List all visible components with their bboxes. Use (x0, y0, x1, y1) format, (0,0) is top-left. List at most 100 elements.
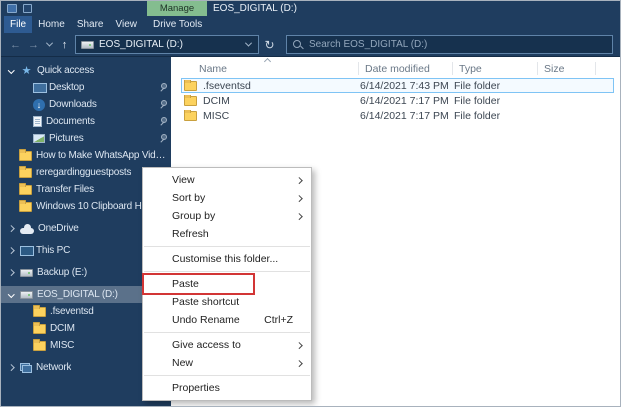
menu-item-label: Refresh (172, 228, 209, 240)
file-name-cell: DCIM (182, 95, 360, 107)
sidebar-item-label: DCIM (50, 323, 75, 334)
menu-item-label: View (172, 174, 195, 186)
sidebar-item-label: Network (36, 362, 71, 373)
menu-item-label: Customise this folder... (172, 253, 278, 265)
menu-separator (144, 246, 310, 247)
menu-item-label: Paste (172, 278, 199, 290)
context-menu-item-new[interactable]: New (143, 354, 311, 372)
file-name: DCIM (203, 95, 230, 107)
forward-button[interactable]: → (26, 36, 41, 54)
tab-file[interactable]: File (4, 16, 32, 33)
menu-item-label: Give access to (172, 339, 241, 351)
sidebar-item-desktop[interactable]: Desktop (1, 79, 171, 96)
sidebar-item-pictures[interactable]: Pictures (1, 130, 171, 147)
folder-icon (184, 81, 197, 91)
menu-separator (144, 271, 310, 272)
context-menu-item-refresh[interactable]: Refresh (143, 225, 311, 243)
context-menu-item-customise-this-folder[interactable]: Customise this folder... (143, 250, 311, 268)
column-header-name[interactable]: Name (183, 62, 359, 75)
sidebar-item-label: Desktop (49, 82, 84, 93)
contextual-tab-header: Manage (147, 1, 207, 16)
sidebar-item-label: Pictures (49, 133, 84, 144)
tab-drive-tools[interactable]: Drive Tools (147, 16, 208, 33)
sidebar-item-label: EOS_DIGITAL (D:) (37, 289, 118, 300)
chevron-right-icon[interactable] (6, 246, 16, 256)
submenu-arrow-icon (297, 343, 302, 348)
pin-icon (159, 100, 168, 109)
folder-icon (33, 341, 46, 351)
pin-icon (159, 83, 168, 92)
chevron-right-icon[interactable] (6, 224, 16, 234)
type-cell: File folder (454, 110, 539, 122)
folder-icon (184, 96, 197, 106)
window-title: EOS_DIGITAL (D:) (213, 1, 297, 16)
context-menu-item-undo-rename[interactable]: Undo RenameCtrl+Z (143, 311, 311, 329)
context-menu-item-paste[interactable]: Paste (143, 275, 311, 293)
file-row-misc[interactable]: MISC6/14/2021 7:17 PMFile folder (181, 108, 614, 123)
file-row-dcim[interactable]: DCIM6/14/2021 7:17 PMFile folder (181, 93, 614, 108)
date-modified-cell: 6/14/2021 7:17 PM (360, 95, 454, 107)
address-dropdown-icon[interactable] (243, 40, 253, 50)
context-menu-item-view[interactable]: View (143, 171, 311, 189)
file-name: .fseventsd (203, 80, 251, 92)
sidebar-item-label: This PC (36, 245, 70, 256)
explorer-app-icon (7, 4, 17, 13)
address-bar[interactable]: EOS_DIGITAL (D:) (75, 35, 259, 54)
sidebar-item-downloads[interactable]: Downloads (1, 96, 171, 113)
sidebar-item-how-to-make-whatsapp-video-call[interactable]: How to Make WhatsApp Video Call (1, 147, 171, 164)
file-rows: .fseventsd6/14/2021 7:43 PMFile folder DC… (171, 78, 620, 123)
chevron-slot (19, 307, 29, 317)
column-header-label: Date modified (365, 63, 430, 75)
chevron-right-icon[interactable] (6, 268, 16, 278)
back-button[interactable]: ← (8, 36, 23, 54)
network-icon (20, 363, 32, 373)
menu-shortcut: Ctrl+Z (264, 314, 301, 326)
folder-icon (33, 324, 46, 334)
refresh-button[interactable]: ↻ (262, 36, 277, 54)
tab-view[interactable]: View (110, 16, 144, 33)
search-input[interactable] (309, 39, 606, 50)
file-row-fseventsd[interactable]: .fseventsd6/14/2021 7:43 PMFile folder (181, 78, 614, 93)
chevron-slot (19, 134, 29, 144)
context-menu: View Sort by Group by Refresh Customise this… (142, 167, 312, 401)
column-header-label: Type (459, 63, 482, 75)
context-menu-item-group-by[interactable]: Group by (143, 207, 311, 225)
context-menu-item-paste-shortcut[interactable]: Paste shortcut (143, 293, 311, 311)
file-name-cell: MISC (182, 110, 360, 122)
chevron-slot (19, 83, 29, 93)
chevron-right-icon[interactable] (6, 363, 16, 373)
sidebar-item-label: reregardingguestposts (36, 167, 131, 178)
context-menu-item-sort-by[interactable]: Sort by (143, 189, 311, 207)
recent-locations-chevron-icon[interactable] (44, 40, 54, 50)
menu-item-label: Sort by (172, 192, 205, 204)
folder-icon (19, 185, 32, 195)
pictures-icon (33, 134, 45, 143)
chevron-slot (19, 324, 29, 334)
sidebar-item-documents[interactable]: Documents (1, 113, 171, 130)
submenu-arrow-icon (297, 361, 302, 366)
star-icon (20, 65, 33, 77)
context-menu-item-properties[interactable]: Properties (143, 379, 311, 397)
up-button[interactable]: ↑ (57, 36, 72, 54)
chevron-down-icon[interactable] (6, 66, 16, 76)
titlebar: Manage EOS_DIGITAL (D:) (1, 1, 620, 16)
column-header-size[interactable]: Size (538, 62, 596, 75)
column-header-type[interactable]: Type (453, 62, 538, 75)
address-location: EOS_DIGITAL (D:) (99, 39, 183, 50)
file-explorer-window: Manage EOS_DIGITAL (D:) FileHomeShareVie… (0, 0, 621, 407)
sidebar-item-label: .fseventsd (50, 306, 94, 317)
sidebar-item-quick-access[interactable]: Quick access (1, 62, 171, 79)
downloads-icon (33, 99, 45, 111)
chevron-down-icon[interactable] (6, 290, 16, 300)
sidebar-item-label: Documents (46, 116, 95, 127)
pc-icon (20, 246, 32, 256)
folder-icon (184, 111, 197, 121)
desktop-icon (33, 83, 45, 93)
context-menu-item-give-access-to[interactable]: Give access to (143, 336, 311, 354)
tab-home[interactable]: Home (32, 16, 71, 33)
quick-access-toolbar-icon[interactable] (23, 4, 32, 13)
sidebar-item-label: MISC (50, 340, 74, 351)
column-header-date-modified[interactable]: Date modified (359, 62, 453, 75)
menu-separator (144, 332, 310, 333)
tab-share[interactable]: Share (71, 16, 110, 33)
